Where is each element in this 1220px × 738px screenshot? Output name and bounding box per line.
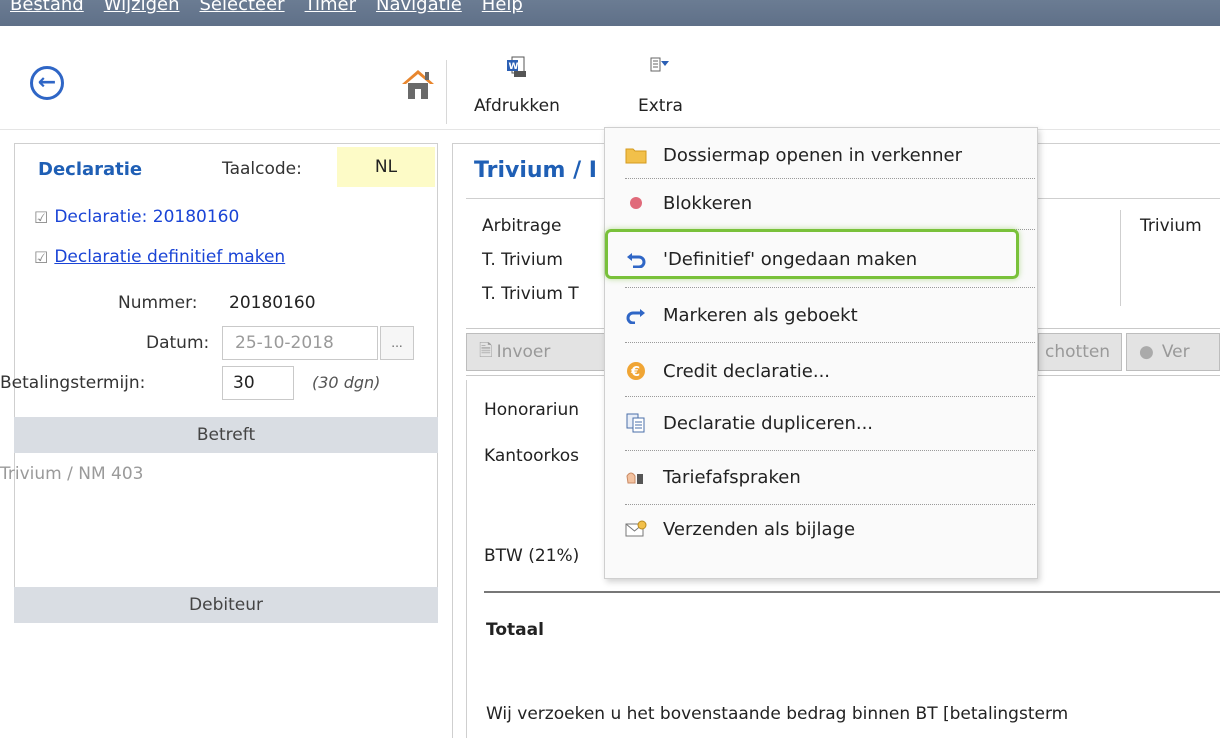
redo-arrow-icon: [625, 304, 647, 326]
doc-column-divider: [1120, 210, 1121, 306]
betreft-text[interactable]: Trivium / NM 403: [0, 464, 144, 484]
datum-label: Datum:: [146, 333, 210, 353]
doc-line-1: Arbitrage: [482, 216, 562, 236]
menu-item-tariefafspraken[interactable]: Tariefafspraken: [605, 450, 1039, 504]
menu-selecteer[interactable]: Selecteer: [190, 0, 295, 14]
nummer-value: 20180160: [229, 293, 316, 313]
doc-side-text: Trivium: [1140, 216, 1202, 236]
declaratie-number-link[interactable]: ☑ Declaratie: 20180160: [34, 207, 239, 227]
payment-text: Wij verzoeken u het bovenstaande bedrag …: [486, 704, 1069, 724]
menu-item-dossiermap[interactable]: Dossiermap openen in verkenner: [605, 128, 1039, 182]
menu-item-blokkeren[interactable]: Blokkeren: [605, 176, 1039, 230]
menu-item-label: Tariefafspraken: [663, 466, 801, 488]
extra-button[interactable]: Extra: [638, 56, 683, 116]
folder-icon: [625, 144, 647, 166]
menu-item-verzenden[interactable]: Verzenden als bijlage: [605, 502, 1039, 556]
tab-invoer[interactable]: 🗎 Invoer: [466, 333, 616, 371]
taalcode-field[interactable]: NL: [337, 147, 435, 187]
mail-attachment-icon: [625, 518, 647, 540]
tab-ver[interactable]: ● Ver: [1126, 333, 1220, 371]
menu-item-label: Blokkeren: [663, 192, 753, 214]
handshake-icon: [625, 466, 647, 488]
betalingstermijn-note: (30 dgn): [312, 373, 381, 392]
svg-text:W: W: [508, 62, 518, 72]
invoer-icon: 🗎: [479, 340, 493, 361]
betalingstermijn-field[interactable]: 30: [222, 366, 294, 400]
extra-label: Extra: [638, 96, 683, 116]
honorarium-label: Honorariun: [484, 400, 580, 420]
word-print-icon: W: [506, 56, 528, 78]
print-button[interactable]: W Afdrukken: [474, 56, 560, 116]
extra-dropdown-menu: Dossiermap openen in verkenner Blokkeren…: [604, 127, 1038, 579]
red-dot-icon: [625, 192, 647, 214]
tab-ver-label: Ver: [1161, 342, 1190, 362]
menu-separator: [625, 342, 1035, 343]
declaratie-panel: Declaratie Taalcode: NL ☑ Declaratie: 20…: [0, 143, 438, 738]
total-divider: [484, 591, 1220, 593]
menu-navigatie[interactable]: Navigatie: [366, 0, 472, 14]
menu-wijzigen[interactable]: Wijzigen: [94, 0, 190, 14]
dot-icon: ●: [1139, 342, 1154, 362]
menu-item-markeren[interactable]: Markeren als geboekt: [605, 288, 1039, 342]
betreft-header: Betreft: [14, 417, 438, 453]
tab-schotten[interactable]: chotten: [1038, 333, 1122, 371]
duplicate-icon: [625, 412, 647, 434]
nummer-label: Nummer:: [118, 293, 198, 313]
definitief-maken-link[interactable]: ☑ Declaratie definitief maken: [34, 247, 285, 267]
menu-item-label: Dossiermap openen in verkenner: [663, 144, 963, 166]
menu-item-label: Markeren als geboekt: [663, 304, 858, 326]
declaratie-number-label: Declaratie: 20180160: [54, 207, 240, 227]
highlight-box: [605, 229, 1019, 279]
betalingstermijn-label: Betalingstermijn:: [0, 373, 146, 393]
tab-schotten-label: chotten: [1045, 342, 1111, 362]
menu-item-label: Declaratie dupliceren...: [663, 412, 874, 434]
check-icon: ☑: [34, 207, 49, 227]
menu-timer[interactable]: Timer: [295, 0, 366, 14]
tab-invoer-label: Invoer: [496, 342, 551, 362]
euro-coin-icon: €: [625, 360, 647, 382]
back-arrow-icon[interactable]: ←: [30, 66, 64, 100]
menu-item-credit[interactable]: € Credit declaratie...: [605, 344, 1039, 398]
taalcode-label: Taalcode:: [222, 159, 302, 179]
menu-bar: Bestand Wijzigen Selecteer Timer Navigat…: [0, 0, 1220, 26]
menu-item-dupliceren[interactable]: Declaratie dupliceren...: [605, 396, 1039, 450]
doc-line-2: T. Trivium: [482, 250, 563, 270]
btw-label: BTW (21%): [484, 546, 580, 566]
menu-bestand[interactable]: Bestand: [0, 0, 94, 14]
toolbar-separator: [446, 60, 447, 124]
menu-item-label: Verzenden als bijlage: [663, 518, 856, 540]
datum-picker-button[interactable]: ...: [380, 326, 414, 360]
doc-line-3: T. Trivium T: [482, 284, 579, 304]
document-title: Trivium / I: [474, 158, 597, 183]
home-icon[interactable]: [398, 64, 438, 104]
menu-help[interactable]: Help: [472, 0, 533, 14]
extra-menu-icon: [649, 56, 671, 78]
totaal-label: Totaal: [486, 620, 544, 640]
definitief-maken-label: Declaratie definitief maken: [54, 247, 286, 267]
debiteur-header: Debiteur: [14, 587, 438, 623]
toolbar: ← W Afdrukken Extra: [0, 26, 1220, 130]
svg-text:€: €: [630, 365, 640, 380]
kantoorkosten-label: Kantoorkos: [484, 446, 579, 466]
menu-item-label: Credit declaratie...: [663, 360, 831, 382]
check-icon: ☑: [34, 247, 49, 267]
datum-field[interactable]: 25-10-2018: [222, 326, 378, 360]
print-label: Afdrukken: [474, 96, 560, 116]
declaratie-heading: Declaratie: [38, 159, 143, 180]
